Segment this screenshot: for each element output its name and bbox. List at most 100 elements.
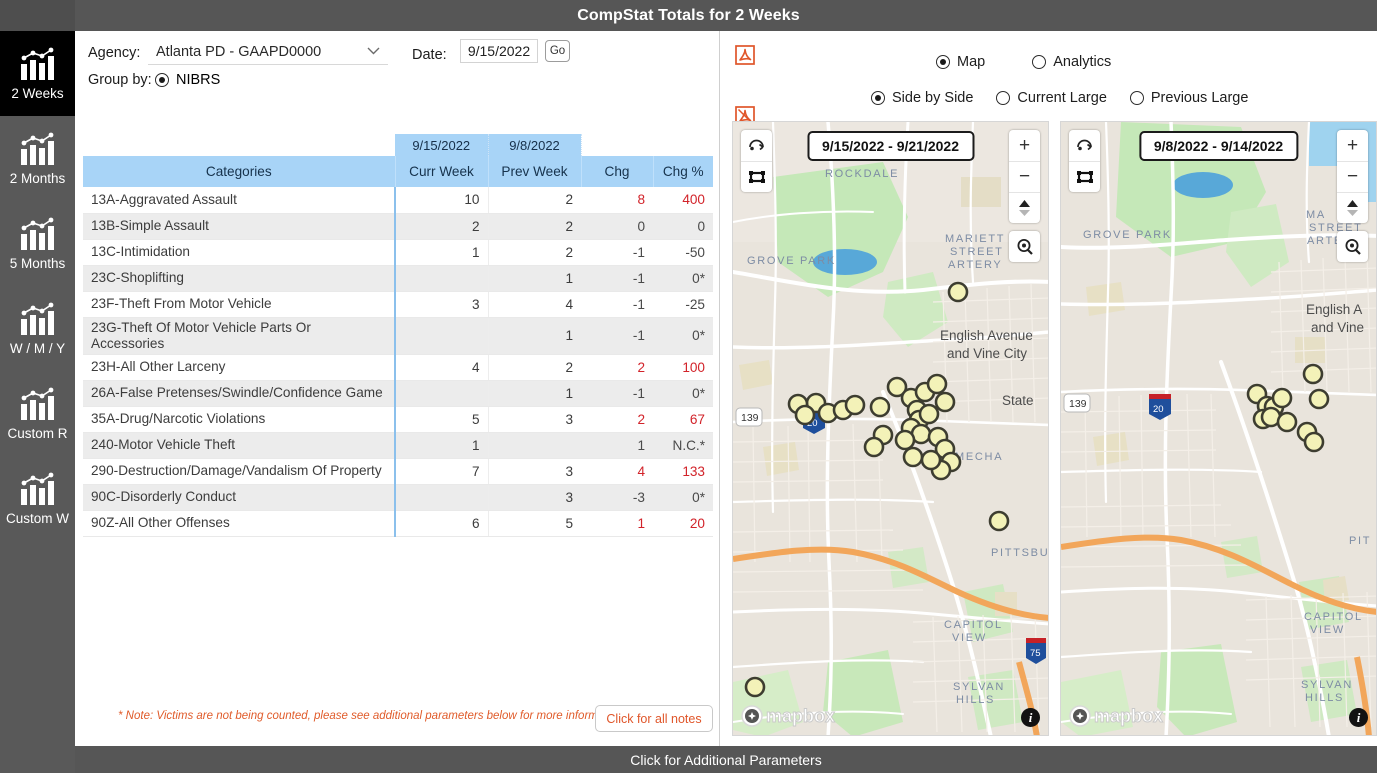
agency-label: Agency:: [88, 45, 141, 61]
zoom-in-button[interactable]: +: [1337, 130, 1368, 161]
map-current-week[interactable]: ROCKDALE GROVE PARK MARIETT STREET ARTER…: [732, 121, 1049, 736]
agency-select[interactable]: Atlanta PD - GAAPD0000: [148, 39, 388, 65]
cell-chg: 2: [581, 354, 653, 381]
cell-category: 23C-Shoplifting: [83, 265, 395, 292]
map-controls-right-current: + −: [1009, 130, 1040, 270]
agency-select-value: Atlanta PD - GAAPD0000: [156, 43, 322, 60]
group-by-nibrs-label: NIBRS: [176, 72, 221, 88]
sidebar-item-label: 5 Months: [9, 256, 66, 271]
sidebar-item-wmy[interactable]: W / M / Y: [0, 286, 75, 371]
cell-chg-pct: 67: [653, 406, 713, 433]
cell-category: 90Z-All Other Offenses: [83, 510, 395, 537]
zoom-out-button[interactable]: −: [1009, 161, 1040, 192]
cell-curr-week: 4: [394, 354, 489, 381]
sidebar-item-2-months[interactable]: 2 Months: [0, 116, 75, 201]
cell-prev-week: 3: [488, 484, 581, 511]
radio-map[interactable]: Map: [936, 54, 985, 70]
table-row[interactable]: 290-Destruction/Damage/Vandalism Of Prop…: [83, 458, 713, 485]
zoom-in-button[interactable]: +: [1009, 130, 1040, 161]
table-row[interactable]: 23H-All Other Larceny 4 2 2 100: [83, 354, 713, 381]
table-row[interactable]: 23F-Theft From Motor Vehicle 3 4 -1 -25: [83, 291, 713, 318]
compass-icon[interactable]: [1069, 130, 1100, 161]
go-button[interactable]: Go: [545, 40, 570, 62]
column-header-prev-week[interactable]: Prev Week: [488, 156, 582, 187]
cell-chg-pct: 133: [653, 458, 713, 485]
table-row[interactable]: 13C-Intimidation 1 2 -1 -50: [83, 239, 713, 266]
group-by-nibrs-radio[interactable]: NIBRS: [155, 72, 220, 88]
table-row[interactable]: 90C-Disorderly Conduct 3 -3 0*: [83, 484, 713, 511]
table-row[interactable]: 23G-Theft Of Motor Vehicle Parts Or Acce…: [83, 317, 713, 355]
bar-chart-icon: [20, 472, 54, 505]
column-header-curr-week[interactable]: Curr Week: [395, 156, 489, 187]
map-info-button-current[interactable]: i: [1021, 708, 1040, 727]
map-date-range-current[interactable]: 9/15/2022 - 9/21/2022: [806, 131, 975, 161]
map-info-button-previous[interactable]: i: [1349, 708, 1368, 727]
table-row[interactable]: 23C-Shoplifting 1 -1 0*: [83, 265, 713, 292]
cell-prev-week: 1: [488, 380, 581, 407]
sidebar-item-2-weeks[interactable]: 2 Weeks: [0, 31, 75, 116]
table-row[interactable]: 13A-Aggravated Assault 10 2 8 400: [83, 187, 713, 214]
all-notes-button[interactable]: Click for all notes: [595, 705, 713, 732]
table-row[interactable]: 35A-Drug/Narcotic Violations 5 3 2 67: [83, 406, 713, 433]
route-shield: 139: [735, 407, 763, 427]
search-icon[interactable]: [1337, 231, 1368, 262]
mapbox-attribution-current[interactable]: mapbox: [741, 705, 860, 727]
column-header-categories[interactable]: Categories: [83, 156, 396, 187]
date-header-curr: 9/15/2022: [395, 134, 489, 156]
svg-text:English Avenue: English Avenue: [940, 328, 1033, 343]
table-row[interactable]: 240-Motor Vehicle Theft 1 1 N.C.*: [83, 432, 713, 459]
radio-unselected-icon: [996, 91, 1011, 105]
column-header-chg[interactable]: Chg: [581, 156, 654, 187]
cell-chg-pct: 0: [653, 213, 713, 240]
zoom-out-button[interactable]: −: [1337, 161, 1368, 192]
pdf-icon[interactable]: [735, 45, 755, 65]
table-row[interactable]: 90Z-All Other Offenses 6 5 1 20: [83, 510, 713, 537]
svg-text:VIEW: VIEW: [952, 632, 987, 644]
search-icon[interactable]: [1009, 231, 1040, 262]
window-title-bar: CompStat Totals for 2 Weeks: [0, 0, 1377, 31]
table-row[interactable]: 13B-Simple Assault 2 2 0 0: [83, 213, 713, 240]
cell-category: 13C-Intimidation: [83, 239, 395, 266]
map-previous-week[interactable]: GROVE PARK MA STREET ARTERY CAPITOL VIEW…: [1060, 121, 1377, 736]
table-row[interactable]: 26A-False Pretenses/Swindle/Confidence G…: [83, 380, 713, 407]
svg-text:mapbox: mapbox: [766, 706, 835, 726]
sidebar-item-custom-r[interactable]: Custom R: [0, 371, 75, 456]
map-date-range-previous[interactable]: 9/8/2022 - 9/14/2022: [1138, 131, 1299, 161]
cell-prev-week: 2: [488, 354, 581, 381]
pitch-toggle-button[interactable]: [1337, 192, 1368, 223]
svg-text:SYLVAN: SYLVAN: [953, 681, 1005, 693]
radio-side-by-side[interactable]: Side by Side: [871, 90, 973, 106]
date-input[interactable]: 9/15/2022: [460, 39, 538, 63]
cell-chg-pct: -50: [653, 239, 713, 266]
cell-curr-week: 1: [394, 432, 489, 459]
additional-parameters-bar[interactable]: Click for Additional Parameters: [75, 746, 1377, 773]
pitch-toggle-button[interactable]: [1009, 192, 1040, 223]
sidebar-item-label: 2 Weeks: [11, 86, 64, 101]
cell-prev-week: 1: [488, 317, 581, 355]
cell-prev-week: 2: [488, 213, 581, 240]
compass-icon[interactable]: [741, 130, 772, 161]
radio-previous-large[interactable]: Previous Large: [1129, 90, 1248, 106]
svg-text:139: 139: [1069, 398, 1087, 410]
note-text: * Note: Victims are not being counted, p…: [118, 710, 626, 722]
svg-text:PIT: PIT: [1349, 535, 1371, 547]
sidebar-item-custom-w[interactable]: Custom W: [0, 456, 75, 541]
map-zoom-group: + −: [1009, 130, 1040, 223]
chevron-down-icon: [367, 47, 380, 55]
mapbox-attribution-previous[interactable]: mapbox: [1069, 705, 1188, 727]
column-header-chg-pct[interactable]: Chg %: [653, 156, 713, 187]
cell-chg: 8: [581, 187, 653, 214]
fit-bounds-icon[interactable]: [741, 161, 772, 192]
cell-curr-week: [394, 484, 489, 511]
svg-text:and Vine City: and Vine City: [947, 346, 1027, 361]
cell-chg-pct: N.C.*: [653, 432, 713, 459]
sidebar-item-label: Custom W: [5, 511, 69, 526]
cell-chg: -1: [581, 291, 653, 318]
radio-current-large-label: Current Large: [1017, 90, 1107, 106]
cell-chg: -1: [581, 239, 653, 266]
fit-bounds-icon[interactable]: [1069, 161, 1100, 192]
radio-current-large[interactable]: Current Large: [996, 90, 1107, 106]
sidebar-item-5-months[interactable]: 5 Months: [0, 201, 75, 286]
radio-analytics[interactable]: Analytics: [1032, 54, 1111, 70]
cell-prev-week: 2: [488, 239, 581, 266]
